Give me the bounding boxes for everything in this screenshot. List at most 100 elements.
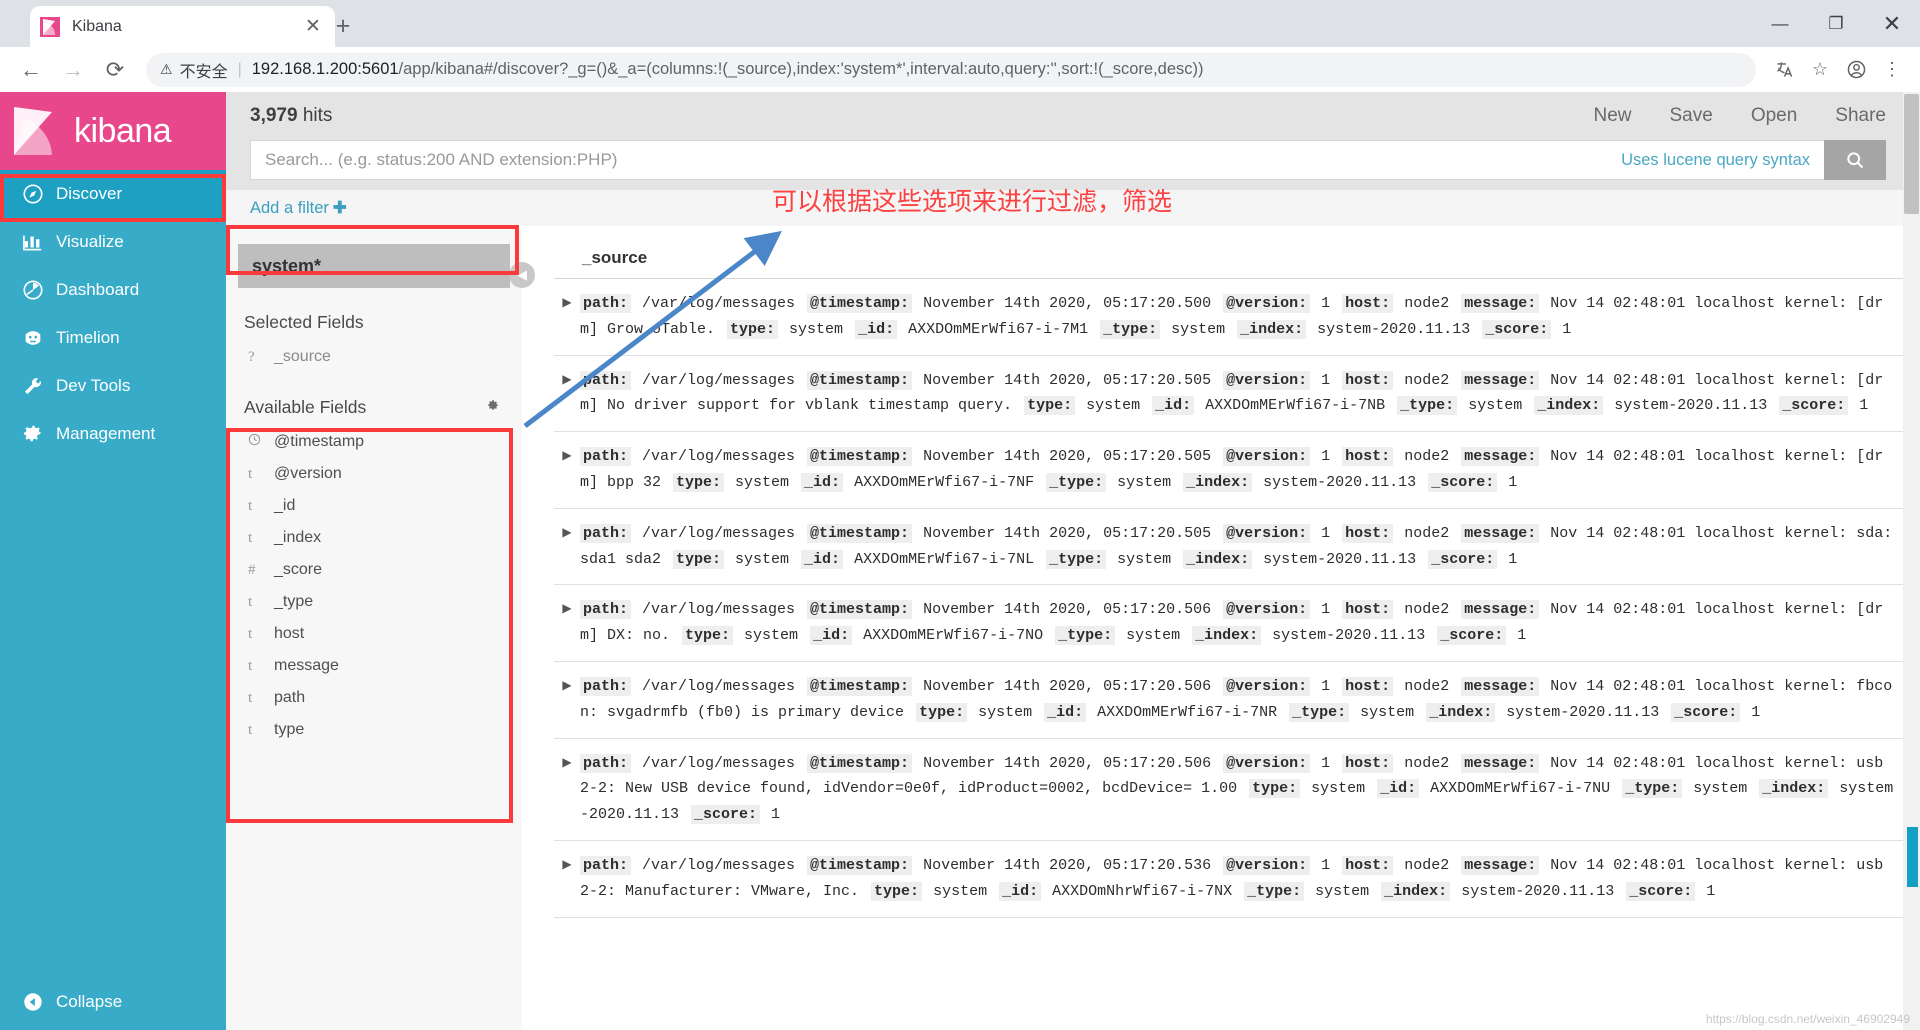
sidebar-item-management[interactable]: Management [0,410,226,458]
address-bar[interactable]: ⚠ 不安全 | 192.168.1.200:5601/app/kibana#/d… [146,52,1756,87]
doc-field-key: type: [871,881,923,901]
search-input[interactable] [265,150,1622,170]
new-tab-button[interactable]: + [325,12,361,42]
table-row[interactable]: ▶ path: /var/log/messages @timestamp: Nov… [554,662,1920,739]
field-item-type2[interactable]: t type [226,714,522,746]
doc-field-key: @timestamp: [807,676,913,696]
back-button[interactable]: ← [10,49,52,91]
doc-field-key: _index: [1381,881,1451,901]
table-row[interactable]: ▶ path: /var/log/messages @timestamp: Nov… [554,509,1920,586]
page-scrollbar[interactable] [1903,92,1920,1030]
doc-field-key: _index: [1237,319,1307,339]
selected-field-source[interactable]: ? _source [226,341,522,373]
doc-field-value: system-2020.11.13 [1308,320,1480,338]
sidebar-item-visualize[interactable]: Visualize [0,218,226,266]
doc-field-key: path: [580,523,632,543]
bookmark-star-icon[interactable]: ☆ [1802,52,1838,88]
expand-row-caret-icon[interactable]: ▶ [554,521,580,539]
add-filter-button[interactable]: Add a filter ✚ [250,198,347,218]
window-minimize-button[interactable]: — [1752,0,1808,47]
reload-button[interactable]: ⟳ [94,49,136,91]
topnav-share-button[interactable]: Share [1835,105,1886,127]
security-indicator[interactable]: ⚠ 不安全 [160,58,228,82]
expand-row-caret-icon[interactable]: ▶ [554,751,580,769]
expand-row-caret-icon[interactable]: ▶ [554,368,580,386]
doc-field-key: message: [1461,294,1540,313]
document-rows: ▶ path: /var/log/messages @timestamp: Nov… [554,279,1920,918]
doc-field-value: 1 [1312,856,1340,874]
browser-menu-icon[interactable]: ⋮ [1874,52,1910,88]
sidebar-collapse-handle-icon[interactable]: ◀ [509,262,535,288]
doc-field-value: system-2020.11.13 [1263,627,1435,645]
doc-field-value: 1 [1312,448,1340,466]
field-item-index[interactable]: t _index [226,522,522,554]
page-scrollbar-thumb[interactable] [1904,94,1919,214]
doc-field-key: @timestamp: [807,600,913,620]
expand-row-caret-icon[interactable]: ▶ [554,597,580,615]
doc-field-key: _index: [1534,396,1604,416]
field-item-host[interactable]: t host [226,618,522,650]
sidebar-item-discover[interactable]: Discover [0,170,226,218]
doc-field-key: @version: [1223,600,1311,620]
field-name: _score [274,561,323,578]
search-submit-button[interactable] [1824,140,1886,180]
sidebar-item-dashboard[interactable]: Dashboard [0,266,226,314]
doc-field-value: November 14th 2020, 05:17:20.505 [914,524,1221,542]
translate-icon[interactable] [1766,52,1802,88]
query-input-wrapper[interactable]: Uses lucene query syntax [250,140,1824,180]
table-row[interactable]: ▶ path: /var/log/messages @timestamp: Nov… [554,739,1920,841]
selected-fields-title: Selected Fields [244,312,364,332]
topnav-new-button[interactable]: New [1593,105,1631,127]
field-settings-gear-icon[interactable] [485,398,500,418]
field-type-icon: # [248,561,256,578]
field-item-path[interactable]: t path [226,682,522,714]
field-item-message[interactable]: t message [226,650,522,682]
field-item-id[interactable]: t _id [226,490,522,522]
table-row[interactable]: ▶ path: /var/log/messages @timestamp: Nov… [554,432,1920,509]
kibana-app: kibana Discover Visualize Dashboard Time… [0,92,1920,1030]
doc-field-value: system [1077,397,1150,415]
field-item-score[interactable]: # _score [226,554,522,586]
sidebar-label-management: Management [56,424,156,443]
browser-tab[interactable]: Kibana ✕ [30,6,335,47]
doc-field-value: /var/log/messages [633,448,805,466]
expand-row-caret-icon[interactable]: ▶ [554,291,580,309]
sidebar-item-dev-tools[interactable]: Dev Tools [0,362,226,410]
topnav-open-button[interactable]: Open [1751,105,1797,127]
doc-field-key: type: [682,626,734,646]
sidebar-item-timelion[interactable]: Timelion [0,314,226,362]
inner-scrollbar-thumb[interactable] [1907,827,1918,887]
expand-row-caret-icon[interactable]: ▶ [554,444,580,462]
doc-field-key: type: [916,702,968,722]
expand-row-caret-icon[interactable]: ▶ [554,853,580,871]
field-item-version[interactable]: t @version [226,458,522,490]
doc-field-value: node2 [1395,524,1459,542]
field-type-icon: t [248,689,253,706]
doc-field-key: path: [580,294,632,313]
tab-close-icon[interactable]: ✕ [301,15,325,38]
doc-field-key: path: [580,753,632,773]
doc-field-key: host: [1342,523,1394,543]
table-row[interactable]: ▶ path: /var/log/messages @timestamp: Nov… [554,356,1920,433]
doc-field-key: _id: [801,472,844,492]
doc-field-value: system [726,550,799,568]
topnav-save-button[interactable]: Save [1670,105,1713,127]
expand-row-caret-icon[interactable]: ▶ [554,674,580,692]
field-type-icon: t [248,529,253,546]
sidebar-label-dashboard: Dashboard [56,280,140,299]
doc-field-key: _id: [1377,779,1420,799]
doc-field-key: path: [580,447,632,467]
field-item-timestamp[interactable]: @timestamp [226,426,522,458]
window-close-button[interactable]: ✕ [1864,0,1920,47]
field-item-type[interactable]: t _type [226,586,522,618]
window-maximize-button[interactable]: ❐ [1808,0,1864,47]
table-row[interactable]: ▶ path: /var/log/messages @timestamp: Nov… [554,585,1920,662]
kibana-logo: kibana [0,92,226,170]
profile-avatar-icon[interactable] [1838,52,1874,88]
lucene-syntax-link[interactable]: Uses lucene query syntax [1621,151,1810,170]
sidebar-collapse-button[interactable]: Collapse [0,974,226,1030]
forward-button: → [62,56,84,82]
index-pattern-selector[interactable]: system* [238,244,510,288]
table-row[interactable]: ▶ path: /var/log/messages @timestamp: Nov… [554,841,1920,918]
table-row[interactable]: ▶ path: /var/log/messages @timestamp: Nov… [554,279,1920,356]
